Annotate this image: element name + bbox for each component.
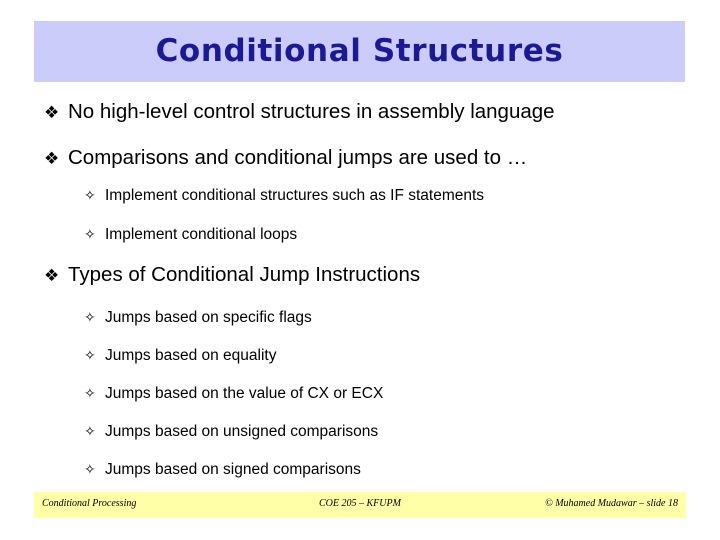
footer-bar: Conditional Processing COE 205 – KFUPM ©… <box>34 492 686 518</box>
bullet-diamond-icon: ❖ <box>44 149 60 169</box>
bullet-star-icon: ✧ <box>84 348 96 364</box>
sub-list-item-label: Jumps based on specific flags <box>105 309 312 326</box>
sub-list-item-label: Jumps based on equality <box>105 347 277 364</box>
sub-list-item: ✧ Jumps based on unsigned comparisons <box>84 423 378 441</box>
slide-canvas: Conditional Structures ❖ No high-level c… <box>0 0 720 540</box>
list-item: ❖ No high-level control structures in as… <box>44 100 555 124</box>
bullet-star-icon: ✧ <box>84 386 96 402</box>
list-item: ❖ Comparisons and conditional jumps are … <box>44 146 527 170</box>
list-item: ❖ Types of Conditional Jump Instructions <box>44 263 420 287</box>
sub-list-item: ✧ Implement conditional structures such … <box>84 187 484 205</box>
bullet-star-icon: ✧ <box>84 227 96 243</box>
sub-list-item-label: Jumps based on unsigned comparisons <box>105 423 379 440</box>
bullet-star-icon: ✧ <box>84 424 96 440</box>
sub-list-item: ✧ Jumps based on specific flags <box>84 309 312 327</box>
list-item-label: Comparisons and conditional jumps are us… <box>68 146 528 169</box>
footer-credit: © Muhamed Mudawar – slide 18 <box>545 498 678 509</box>
sub-list-item: ✧ Implement conditional loops <box>84 226 297 244</box>
bullet-star-icon: ✧ <box>84 462 96 478</box>
sub-list-item: ✧ Jumps based on the value of CX or ECX <box>84 385 383 403</box>
list-item-label: No high-level control structures in asse… <box>68 100 555 123</box>
sub-list-item-label: Implement conditional structures such as… <box>105 187 485 204</box>
bullet-diamond-icon: ❖ <box>44 266 60 286</box>
title-banner: Conditional Structures <box>34 21 685 82</box>
sub-list-item-label: Implement conditional loops <box>105 226 298 243</box>
bullet-star-icon: ✧ <box>84 188 96 204</box>
bullet-diamond-icon: ❖ <box>44 103 60 123</box>
sub-list-item: ✧ Jumps based on signed comparisons <box>84 461 361 479</box>
list-item-label: Types of Conditional Jump Instructions <box>68 263 421 286</box>
sub-list-item-label: Jumps based on signed comparisons <box>105 461 361 478</box>
sub-list-item: ✧ Jumps based on equality <box>84 347 276 365</box>
sub-list-item-label: Jumps based on the value of CX or ECX <box>105 385 384 402</box>
slide-body: ❖ No high-level control structures in as… <box>0 88 720 486</box>
page-title: Conditional Structures <box>155 33 564 69</box>
bullet-star-icon: ✧ <box>84 310 96 326</box>
